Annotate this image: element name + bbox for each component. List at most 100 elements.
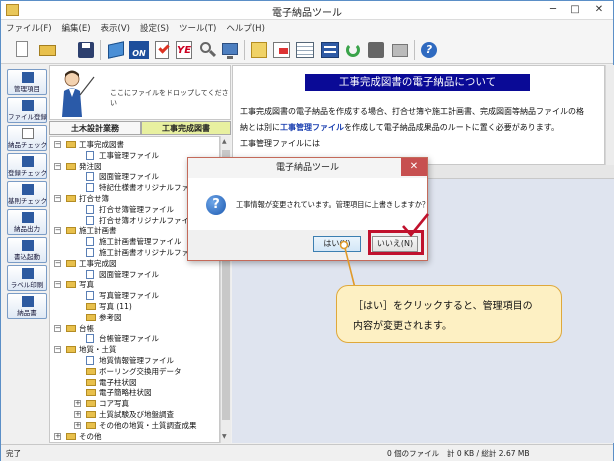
- menu-view[interactable]: 表示(V): [96, 20, 135, 36]
- open-folder-icon[interactable]: [37, 39, 59, 61]
- expand-icon[interactable]: +: [74, 411, 81, 418]
- tree-item-label: その他: [79, 431, 102, 441]
- sidebar-item-delivery-check[interactable]: 納品チェック: [7, 125, 47, 151]
- monitor-icon[interactable]: [219, 39, 241, 61]
- dialog-close-button[interactable]: ✕: [401, 158, 427, 176]
- menu-edit[interactable]: 編集(E): [57, 20, 96, 36]
- help-icon[interactable]: ?: [418, 39, 440, 61]
- report-icon[interactable]: [319, 39, 341, 61]
- status-bar: 完了 0 個のファイル 計 0 KB / 総計 2.67 MB: [1, 444, 613, 461]
- content-line-3: 工事管理ファイルには: [240, 139, 320, 148]
- folder-icon: [86, 400, 96, 408]
- sidebar-item-label-print[interactable]: ラベル印刷: [7, 265, 47, 291]
- grid-icon[interactable]: [294, 39, 316, 61]
- expand-icon[interactable]: +: [54, 432, 61, 440]
- content-line-2: 納とは別に工事管理ファイルを作成して電子納品成果品のルートに置く必要があります。: [240, 123, 559, 132]
- scroll-down-icon[interactable]: ▼: [222, 433, 230, 441]
- new-file-icon[interactable]: [11, 39, 33, 61]
- folder-icon: [66, 195, 76, 202]
- tree-item-label: 打合せ簿管理ファイル: [99, 204, 174, 214]
- sidebar-item-output[interactable]: 納品出力: [7, 209, 47, 235]
- drop-hint: ここにファイルをドロップしてください: [110, 89, 229, 107]
- window-title: 電子納品ツール: [272, 8, 342, 19]
- collapse-icon[interactable]: −: [54, 259, 61, 267]
- sidebar-item-file-register[interactable]: ファイル登録: [7, 97, 47, 123]
- collapse-icon[interactable]: −: [54, 346, 61, 354]
- status-text: 完了: [6, 449, 21, 458]
- folder-icon: [86, 389, 96, 397]
- help-content: 工事完成図書の電子納品について 工事完成図書の電子納品を作成する場合、打合せ簿や…: [232, 65, 605, 165]
- question-icon: ?: [206, 195, 226, 215]
- save-icon[interactable]: [75, 39, 97, 61]
- on-icon[interactable]: ON: [128, 39, 150, 61]
- menu-file[interactable]: ファイル(F): [1, 20, 57, 36]
- expand-icon[interactable]: +: [74, 400, 81, 408]
- collapse-icon[interactable]: −: [54, 162, 61, 170]
- sidebar-item-manage[interactable]: 管理項目: [7, 69, 47, 95]
- delivery-note-icon: [22, 296, 34, 307]
- file-icon: [86, 150, 94, 160]
- box-icon[interactable]: [105, 39, 127, 61]
- file-icon: [86, 204, 94, 214]
- minimize-button[interactable]: ─: [545, 3, 561, 17]
- tree-item-label: その他の地質・土質調査成果: [99, 420, 197, 430]
- maximize-button[interactable]: □: [567, 3, 583, 17]
- ye-icon[interactable]: YE: [173, 39, 195, 61]
- tree-item-label: 施工計画書管理ファイル: [99, 237, 182, 247]
- collapse-icon[interactable]: −: [54, 227, 61, 235]
- convert-icon[interactable]: [271, 39, 293, 61]
- disk-icon[interactable]: [389, 39, 411, 61]
- tree-item-label: 発注図: [79, 161, 102, 171]
- content-line-1: 工事完成図書の電子納品を作成する場合、打合せ簿や施工計画書、完成図面等納品ファイ…: [240, 107, 584, 116]
- edit-icon: [22, 72, 34, 83]
- tree-item-label: 工事完成図: [79, 258, 117, 268]
- magnifier-icon[interactable]: [196, 39, 218, 61]
- folder-icon: [86, 367, 96, 375]
- tree-item-label: 工事完成図書: [79, 140, 124, 149]
- tab-civil-design[interactable]: 土木設計業務: [49, 121, 141, 135]
- tree-item-label: 打合せ簿: [79, 194, 109, 203]
- menu-settings[interactable]: 設定(S): [135, 20, 174, 36]
- refresh-icon[interactable]: [342, 39, 364, 61]
- expand-icon[interactable]: +: [74, 421, 81, 429]
- red-check-mark-icon: [402, 213, 430, 238]
- tree-item-label: 工事管理ファイル: [99, 150, 159, 160]
- tree-item-label: 施工計画書: [79, 226, 117, 236]
- collapse-icon[interactable]: −: [54, 324, 61, 332]
- file-icon: [86, 172, 94, 182]
- tab-strip: 土木設計業務 工事完成図書: [49, 121, 231, 135]
- collapse-icon[interactable]: −: [54, 141, 61, 148]
- tree-view-icon[interactable]: [248, 39, 270, 61]
- collapse-icon[interactable]: −: [54, 281, 61, 289]
- dialog-title: 電子納品ツール: [188, 158, 427, 178]
- tree-item-label: 図面管理ファイル: [99, 269, 159, 279]
- folder-icon: [66, 432, 76, 440]
- check-icon[interactable]: [151, 39, 173, 61]
- file-icon: [86, 334, 94, 344]
- folder-icon: [86, 303, 96, 310]
- file-count: 0 個のファイル: [387, 449, 440, 458]
- sidebar-item-rule-check[interactable]: 基則チェック: [7, 181, 47, 207]
- file-drop-area[interactable]: ここにファイルをドロップしてください: [49, 65, 231, 120]
- collapse-icon[interactable]: −: [54, 195, 61, 202]
- tree-item-label: コア写真: [99, 399, 129, 409]
- management-file-link[interactable]: 工事管理ファイル: [280, 123, 344, 132]
- folder-icon: [66, 346, 76, 354]
- tab-construction-docs[interactable]: 工事完成図書: [141, 121, 231, 135]
- file-register-icon: [22, 100, 34, 111]
- file-icon: [86, 215, 94, 225]
- sidebar-item-register-check[interactable]: 登録チェック: [7, 153, 47, 179]
- menu-tools[interactable]: ツール(T): [174, 20, 221, 36]
- tree-item-label: 電子簡略柱状図: [99, 388, 152, 398]
- dialog-message: 工事情報が変更されています。管理項目に上書きしますか？: [236, 200, 430, 209]
- sidebar-item-delivery-note[interactable]: 納品書: [7, 293, 47, 319]
- scroll-up-icon[interactable]: ▲: [222, 138, 230, 146]
- label-print-icon: [22, 268, 34, 279]
- sidebar-item-write[interactable]: 書込起動: [7, 237, 47, 263]
- content-scrollbar[interactable]: [605, 65, 614, 165]
- close-button[interactable]: ✕: [591, 3, 607, 17]
- content-heading: 工事完成図書の電子納品について: [305, 74, 530, 91]
- stamp-icon[interactable]: [365, 39, 387, 61]
- tree-item-label: 台帳: [79, 323, 94, 333]
- menu-help[interactable]: ヘルプ(H): [221, 20, 270, 36]
